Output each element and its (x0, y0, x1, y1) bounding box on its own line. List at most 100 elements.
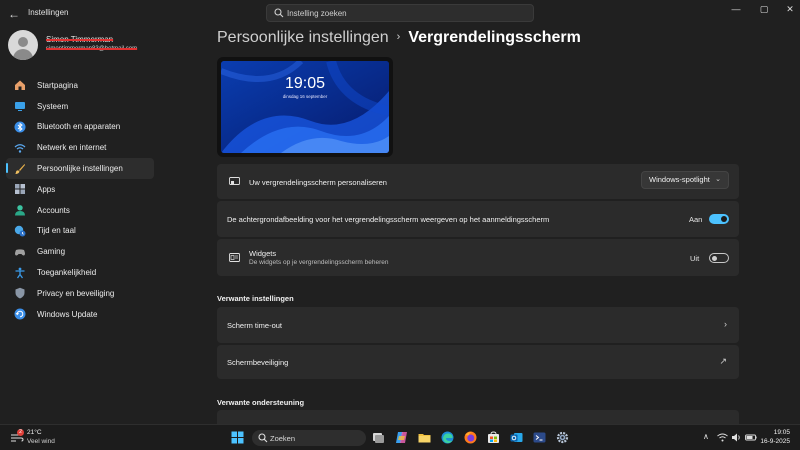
maximize-button[interactable]: ▢ (754, 4, 774, 15)
user-avatar[interactable] (8, 30, 38, 60)
external-link-icon: ↗ (719, 356, 727, 366)
avatar-head (18, 37, 28, 47)
volume-icon[interactable] (731, 432, 742, 443)
apps-icon (15, 184, 25, 195)
shield-icon (15, 288, 25, 299)
weather-condition[interactable]: Veel wind (27, 438, 55, 445)
terminal-icon[interactable] (533, 431, 546, 444)
background-signin-card: De achtergrondafbeelding voor het vergre… (217, 201, 739, 237)
lock-screen-preview: 19:05 dinsdag 16 september (217, 57, 393, 157)
wifi-icon[interactable] (717, 432, 728, 443)
toggle-knob (721, 216, 727, 222)
close-button[interactable]: ✕ (780, 4, 800, 15)
toggle-knob (712, 255, 717, 261)
sidebar-item-label: Toegankelijkheid (37, 268, 97, 278)
sidebar-item-label: Privacy en beveiliging (37, 288, 115, 298)
search-icon (258, 433, 268, 443)
preview-wallpaper: 19:05 dinsdag 16 september (221, 61, 389, 153)
title-bar: ← Instellingen Instelling zoeken — ▢ ✕ (0, 0, 800, 28)
globe-clock-icon (14, 225, 26, 237)
sidebar-item-label: Startpagina (37, 80, 78, 90)
screen-timeout-link[interactable]: Scherm time-out › (217, 307, 739, 343)
lock-screen-icon (229, 177, 240, 185)
microsoft-store-icon[interactable] (487, 431, 500, 444)
bluetooth-icon (14, 121, 26, 133)
user-name: Simon Timmerman (46, 35, 114, 44)
page-title: Vergrendelingsscherm (408, 29, 581, 46)
system-icon (15, 102, 25, 112)
preview-date: dinsdag 16 september (282, 94, 328, 99)
sidebar-item-windows-update[interactable]: Windows Update (6, 304, 154, 325)
edge-browser-icon[interactable] (441, 431, 454, 444)
windows-start-icon[interactable] (231, 431, 244, 444)
accessibility-icon (15, 267, 25, 278)
breadcrumb-parent[interactable]: Persoonlijke instellingen (217, 29, 389, 46)
app-title: Instellingen (28, 8, 69, 17)
breadcrumb-separator: › (396, 31, 401, 43)
preview-time: 19:05 (284, 75, 326, 92)
sidebar-item-label: Gaming (37, 247, 66, 257)
sidebar-item-systeem[interactable]: Systeem (6, 96, 154, 117)
sidebar-item-netwerk[interactable]: Netwerk en internet (6, 137, 154, 158)
minimize-button[interactable]: — (726, 4, 746, 14)
wifi-icon (14, 143, 26, 153)
taskbar-search-box[interactable]: Zoeken (252, 430, 366, 446)
taskbar: 2 21°C Veel wind Zoeken ∧ 19:05 16-9-202… (0, 424, 800, 450)
weather-temperature[interactable]: 21°C (27, 429, 42, 436)
accounts-icon (15, 205, 25, 216)
screen-timeout-label: Scherm time-out (227, 321, 283, 330)
widgets-card: Widgets De widgets op je vergrendelingss… (217, 239, 739, 276)
sidebar-item-label: Systeem (37, 101, 69, 111)
brush-icon (15, 163, 25, 174)
sidebar-item-accounts[interactable]: Accounts (6, 200, 154, 221)
background-toggle-state: Aan (689, 215, 703, 224)
sidebar-item-bluetooth[interactable]: Bluetooth en apparaten (6, 117, 154, 138)
sidebar-item-toegankelijkheid[interactable]: Toegankelijkheid (6, 262, 154, 283)
screensaver-label: Schermbeveiliging (227, 358, 289, 367)
screensaver-link[interactable]: Schermbeveiliging ↗ (217, 345, 739, 379)
background-signin-label: De achtergrondafbeelding voor het vergre… (227, 215, 550, 224)
lock-screen-type-dropdown[interactable]: Windows-spotlight ⌄ (641, 171, 729, 189)
clock-time[interactable]: 19:05 (774, 429, 790, 436)
sidebar-item-gaming[interactable]: Gaming (6, 241, 154, 262)
sidebar-item-label: Bluetooth en apparaten (37, 122, 121, 132)
tray-overflow-chevron-icon[interactable]: ∧ (703, 432, 709, 441)
widgets-description: De widgets op je vergrendelingsscherm be… (249, 259, 389, 266)
widgets-label: Widgets (249, 249, 277, 258)
sidebar-item-label: Windows Update (37, 309, 98, 319)
sidebar-item-label: Accounts (37, 205, 70, 215)
sidebar-item-tijd-en-taal[interactable]: Tijd en taal (6, 221, 154, 242)
chevron-down-icon: ⌄ (715, 176, 721, 183)
related-settings-heading: Verwante instellingen (217, 294, 294, 303)
widgets-toggle-state: Uit (690, 254, 700, 263)
sidebar-item-apps[interactable]: Apps (6, 179, 154, 200)
settings-gear-icon[interactable] (556, 431, 569, 444)
sidebar-item-label: Netwerk en internet (37, 143, 107, 153)
personalize-label: Uw vergrendelingsscherm personaliseren (249, 178, 387, 187)
widgets-toggle[interactable] (709, 253, 729, 263)
task-view-icon[interactable] (372, 431, 385, 444)
weather-alert-badge: 2 (17, 429, 24, 436)
background-signin-toggle[interactable] (709, 214, 729, 224)
file-explorer-icon[interactable] (418, 431, 431, 444)
clock-date[interactable]: 16-9-2025 (760, 438, 790, 445)
sidebar-item-privacy[interactable]: Privacy en beveiliging (6, 283, 154, 304)
personalize-lock-screen-card: Uw vergrendelingsscherm personaliseren W… (217, 164, 739, 199)
sidebar-item-label: Persoonlijke instellingen (37, 164, 123, 174)
sidebar-nav: Startpagina Systeem Bluetooth en apparat… (6, 75, 154, 325)
chevron-right-icon: › (724, 319, 727, 329)
copilot-icon[interactable] (395, 431, 408, 444)
gaming-icon (15, 249, 25, 256)
search-placeholder: Instelling zoeken (287, 9, 347, 18)
sidebar-item-persoonlijke-instellingen[interactable]: Persoonlijke instellingen (6, 158, 154, 179)
settings-search-input[interactable]: Instelling zoeken (266, 4, 534, 22)
widgets-icon (229, 253, 240, 262)
battery-icon[interactable] (745, 432, 757, 443)
back-arrow-icon[interactable]: ← (6, 6, 22, 22)
sidebar-item-startpagina[interactable]: Startpagina (6, 75, 154, 96)
firefox-icon[interactable] (464, 431, 477, 444)
outlook-icon[interactable] (510, 431, 523, 444)
avatar-body (13, 49, 33, 60)
related-support-card[interactable] (217, 410, 739, 424)
search-icon (274, 8, 284, 18)
